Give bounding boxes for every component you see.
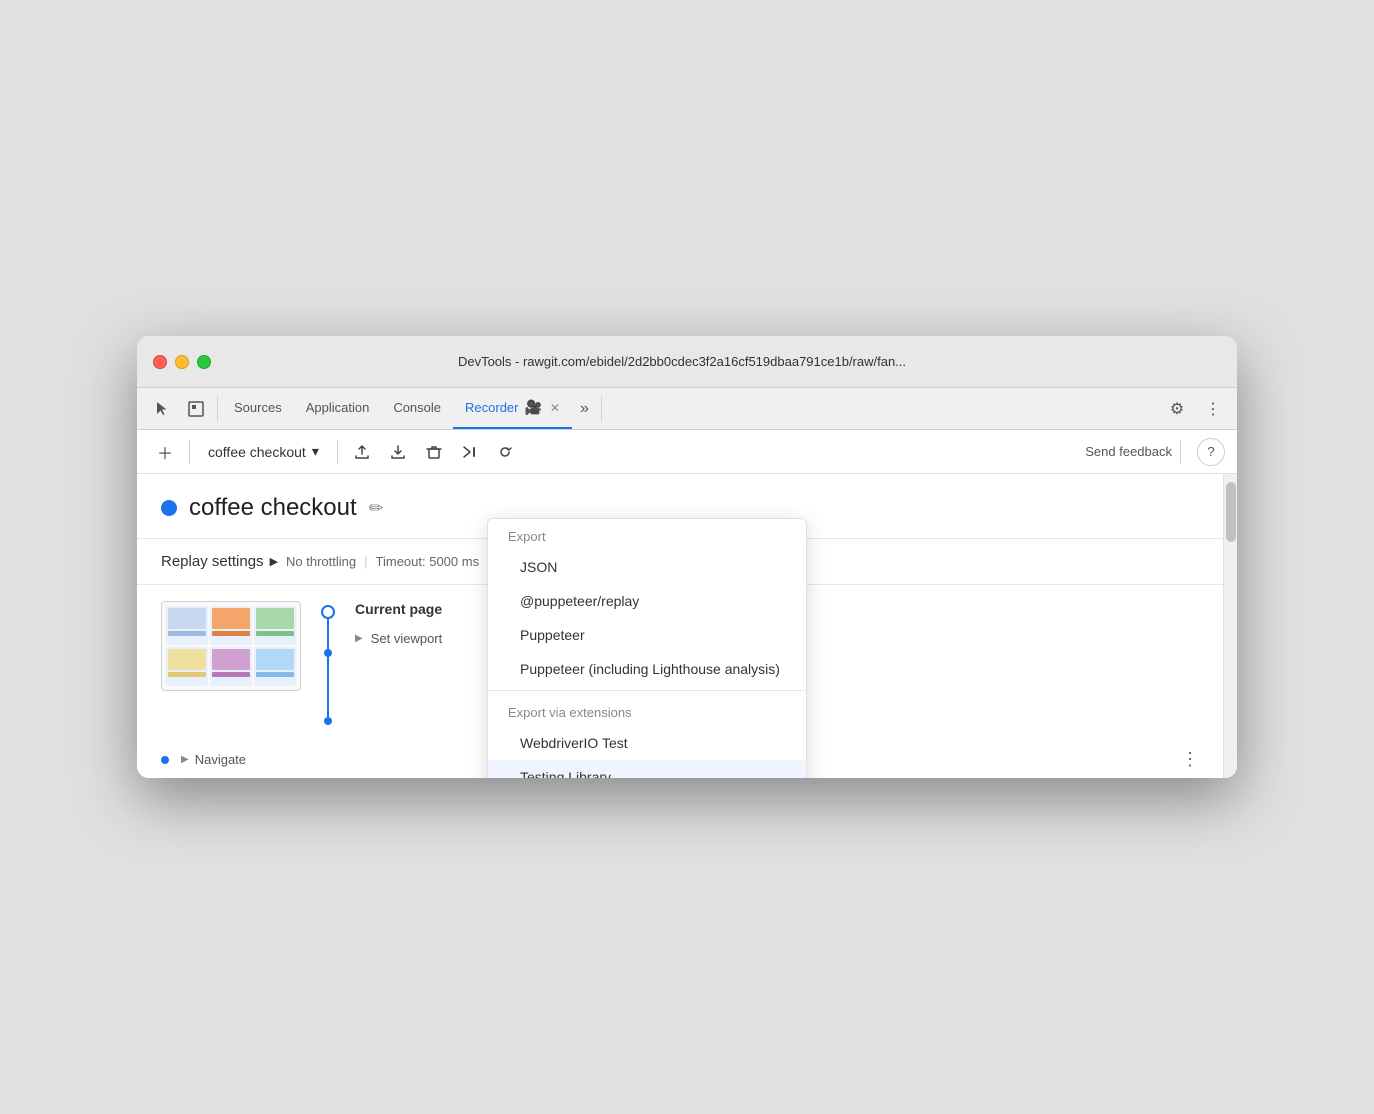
scrollbar-thumb[interactable] bbox=[1226, 482, 1236, 542]
cursor-icon[interactable] bbox=[145, 388, 179, 429]
export-via-extensions-label: Export via extensions bbox=[488, 695, 806, 726]
delete-button[interactable] bbox=[418, 436, 450, 468]
dropdown-json-label: JSON bbox=[520, 559, 557, 575]
dropdown-item-puppeteer[interactable]: Puppeteer bbox=[488, 618, 806, 652]
title-bar: DevTools - rawgit.com/ebidel/2d2bb0cdec3… bbox=[137, 336, 1237, 388]
right-scrollbar[interactable] bbox=[1223, 474, 1237, 778]
toolbar-divider-3 bbox=[1180, 440, 1181, 464]
settings-gear-icon[interactable]: ⚙ bbox=[1161, 393, 1193, 425]
export-button[interactable] bbox=[346, 436, 378, 468]
step-over-icon bbox=[461, 444, 479, 460]
thumb-cup-4 bbox=[166, 647, 208, 686]
settings-divider: | bbox=[364, 554, 367, 569]
recorder-toolbar: ＋ coffee checkout ▾ bbox=[137, 430, 1237, 474]
replay-settings-title[interactable]: Replay settings ▶ bbox=[161, 553, 278, 570]
dropdown-puppeteer-label: Puppeteer bbox=[520, 627, 585, 643]
toolbar-divider-2 bbox=[337, 440, 338, 464]
navigate-dot bbox=[161, 756, 169, 764]
replay-settings-arrow-icon: ▶ bbox=[270, 555, 278, 568]
navigate-arrow-icon: ▶ bbox=[181, 754, 189, 765]
tab-recorder[interactable]: Recorder 🎥 ✕ bbox=[453, 388, 572, 429]
thumb-cup-3 bbox=[254, 606, 296, 645]
tab-settings-area: ⚙ ⋮ bbox=[1161, 388, 1229, 429]
thumb-cup-1 bbox=[166, 606, 208, 645]
window-title: DevTools - rawgit.com/ebidel/2d2bb0cdec3… bbox=[143, 354, 1221, 369]
dropdown-arrow-icon: ▾ bbox=[312, 443, 319, 460]
tab-sources-label: Sources bbox=[234, 400, 282, 415]
dropdown-item-testing-library[interactable]: Testing Library bbox=[488, 760, 806, 778]
dropdown-webdriverio-label: WebdriverIO Test bbox=[520, 735, 628, 751]
edit-title-icon[interactable]: ✏ bbox=[369, 498, 384, 519]
recorder-icon: 🎥 bbox=[524, 399, 541, 416]
upload-icon bbox=[354, 444, 370, 460]
replay-icon bbox=[497, 444, 515, 460]
tab-close-icon[interactable]: ✕ bbox=[550, 401, 560, 415]
tab-console-label: Console bbox=[393, 400, 441, 415]
export-section-label: Export bbox=[488, 519, 806, 550]
overflow-icon: » bbox=[580, 400, 589, 418]
recording-title: coffee checkout bbox=[189, 494, 357, 522]
navigate-label-text: Navigate bbox=[195, 752, 246, 767]
timeline-circle-top bbox=[321, 605, 335, 619]
dropdown-item-puppeteer-replay[interactable]: @puppeteer/replay bbox=[488, 584, 806, 618]
settings-info: No throttling | Timeout: 5000 ms bbox=[286, 554, 479, 569]
timeline-dot bbox=[324, 649, 332, 657]
replay-settings-label: Replay settings bbox=[161, 553, 264, 570]
timeline bbox=[321, 601, 335, 725]
trash-icon bbox=[426, 444, 442, 460]
timeline-segment-1 bbox=[327, 619, 329, 649]
tab-recorder-label: Recorder bbox=[465, 400, 518, 415]
download-icon bbox=[390, 444, 406, 460]
dropdown-puppeteer-lighthouse-label: Puppeteer (including Lighthouse analysis… bbox=[520, 661, 780, 677]
dropdown-puppeteer-replay-label: @puppeteer/replay bbox=[520, 593, 639, 609]
more-options-icon[interactable]: ⋮ bbox=[1197, 393, 1229, 425]
dropdown-item-webdriverio[interactable]: WebdriverIO Test bbox=[488, 726, 806, 760]
dropdown-divider-1 bbox=[488, 690, 806, 691]
step-thumbnail bbox=[161, 601, 301, 691]
recording-status-dot bbox=[161, 500, 177, 516]
tab-console[interactable]: Console bbox=[381, 388, 453, 429]
add-recording-button[interactable]: ＋ bbox=[149, 436, 181, 468]
toolbar-divider-1 bbox=[189, 440, 190, 464]
export-dropdown: Export JSON @puppeteer/replay Puppeteer … bbox=[487, 518, 807, 778]
devtools-window: DevTools - rawgit.com/ebidel/2d2bb0cdec3… bbox=[137, 336, 1237, 778]
dropdown-testing-library-label: Testing Library bbox=[520, 769, 611, 778]
replay-step-button[interactable] bbox=[454, 436, 486, 468]
tab-application[interactable]: Application bbox=[294, 388, 382, 429]
devtools-tabs-bar: Sources Application Console Recorder 🎥 ✕… bbox=[137, 388, 1237, 430]
thumb-cup-5 bbox=[210, 647, 252, 686]
help-button[interactable]: ? bbox=[1197, 438, 1225, 466]
navigate-item[interactable]: ▶ Navigate bbox=[181, 752, 246, 767]
send-feedback-link[interactable]: Send feedback bbox=[1085, 444, 1172, 459]
more-actions-icon[interactable]: ⋮ bbox=[1181, 749, 1199, 770]
recording-name: coffee checkout bbox=[208, 444, 306, 460]
inspect-icon[interactable] bbox=[179, 388, 213, 429]
plus-icon: ＋ bbox=[157, 440, 173, 464]
tab-application-label: Application bbox=[306, 400, 370, 415]
thumb-cup-2 bbox=[210, 606, 252, 645]
import-button[interactable] bbox=[382, 436, 414, 468]
dropdown-item-json[interactable]: JSON bbox=[488, 550, 806, 584]
tab-sources[interactable]: Sources bbox=[222, 388, 294, 429]
tab-overflow-button[interactable]: » bbox=[572, 388, 597, 429]
timeline-segment-2 bbox=[327, 657, 329, 717]
no-throttling-label: No throttling bbox=[286, 554, 356, 569]
main-content: coffee checkout ✏ Replay settings ▶ No t… bbox=[137, 474, 1237, 778]
replay-all-button[interactable] bbox=[490, 436, 522, 468]
set-viewport-arrow-icon: ▶ bbox=[355, 633, 363, 644]
set-viewport-label: Set viewport bbox=[371, 631, 443, 646]
timeline-dot-2 bbox=[324, 717, 332, 725]
thumb-cup-6 bbox=[254, 647, 296, 686]
dropdown-item-puppeteer-lighthouse[interactable]: Puppeteer (including Lighthouse analysis… bbox=[488, 652, 806, 686]
recording-selector[interactable]: coffee checkout ▾ bbox=[198, 439, 329, 464]
timeout-label: Timeout: 5000 ms bbox=[376, 554, 480, 569]
